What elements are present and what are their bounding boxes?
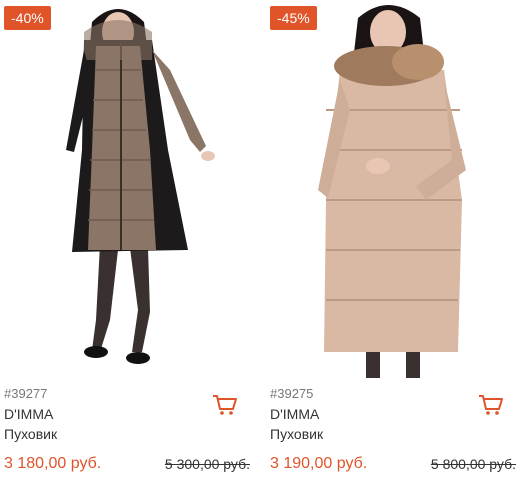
product-price: 3 190,00 руб. <box>270 455 368 472</box>
product-type[interactable]: Пуховик <box>270 424 522 444</box>
product-card[interactable]: -40% #39277 D'IMMA Пуховик 3 180,00 руб.… <box>0 0 256 480</box>
product-card[interactable]: -45% #39275 D'IMMA Пуховик 3 190,00 руб.… <box>266 0 522 480</box>
shopping-cart-icon[interactable] <box>478 394 504 416</box>
product-price: 3 180,00 руб. <box>4 455 102 472</box>
discount-badge: -40% <box>4 6 51 30</box>
product-old-price: 5 300,00 руб. <box>164 456 250 472</box>
product-old-price: 5 800,00 руб. <box>430 456 516 472</box>
product-type[interactable]: Пуховик <box>4 424 256 444</box>
coat-illustration <box>0 0 256 378</box>
discount-badge: -45% <box>270 6 317 30</box>
coat-illustration <box>266 0 522 378</box>
product-image[interactable] <box>0 0 256 378</box>
product-image[interactable] <box>266 0 522 378</box>
shopping-cart-icon[interactable] <box>212 394 238 416</box>
